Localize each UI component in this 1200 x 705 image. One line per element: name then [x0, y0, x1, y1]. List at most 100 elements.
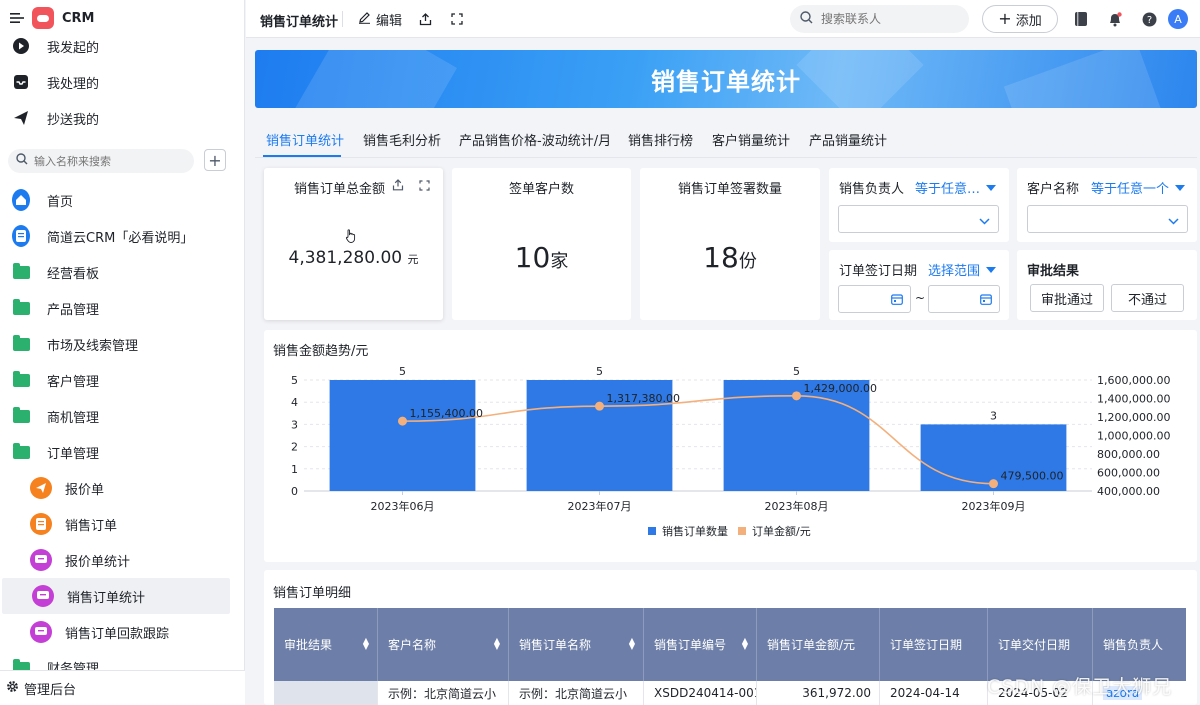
folder-open-icon	[12, 442, 30, 461]
tab-sales-ranking[interactable]: 销售排行榜	[628, 130, 693, 149]
topbar-divider	[342, 11, 343, 27]
sidebar-item-label: 报价单	[65, 482, 105, 498]
gear-icon	[6, 680, 19, 697]
sidebar-item-finance[interactable]: 财务管理	[0, 650, 245, 670]
sidebar-search[interactable]	[8, 149, 194, 173]
contact-search-input[interactable]	[821, 12, 961, 26]
column-header[interactable]: 订单交付日期	[988, 608, 1093, 681]
filter-label: 审批结果	[1027, 264, 1080, 279]
app-name: CRM	[62, 10, 95, 26]
sidebar-item-products[interactable]: 产品管理	[0, 290, 245, 326]
sidebar-item-guide[interactable]: 简道云CRM「必看说明」	[0, 218, 245, 254]
bar-data-label: 5	[596, 365, 603, 378]
tab-gross-margin[interactable]: 销售毛利分析	[363, 130, 441, 149]
bell-icon[interactable]	[1106, 10, 1124, 28]
sidebar-search-input[interactable]	[34, 154, 184, 168]
folder-icon	[12, 298, 30, 317]
share-icon[interactable]	[392, 179, 404, 195]
sidebar-item-payment-tracking[interactable]: 销售订单回款跟踪	[0, 614, 245, 650]
fullscreen-icon[interactable]	[448, 10, 466, 28]
sort-icon[interactable]: ▲ ▼	[494, 637, 500, 651]
end-date-input[interactable]	[928, 285, 1000, 313]
filter-operator-dropdown[interactable]: 等于任意一个	[1091, 178, 1186, 197]
kpi-title: 销售订单签署数量	[677, 182, 782, 197]
topbar: 销售订单统计 编辑 + 添加 ? A	[246, 0, 1200, 38]
caret-down-icon	[986, 266, 997, 273]
sort-icon[interactable]: ▲ ▼	[363, 637, 369, 651]
sidebar-item-quote-stats[interactable]: 报价单统计	[0, 542, 245, 578]
column-header[interactable]: 审批结果 ▲ ▼	[274, 608, 378, 681]
avatar[interactable]: A	[1168, 9, 1188, 29]
sort-icon[interactable]: ▲ ▼	[629, 637, 635, 651]
column-header[interactable]: 销售订单编号 ▲ ▼	[644, 608, 757, 681]
add-item-button[interactable]: +	[204, 149, 226, 171]
legend-swatch-bar	[648, 527, 656, 535]
kpi-unit: 元	[407, 253, 419, 266]
filter-label: 订单签订日期	[839, 264, 918, 279]
bar-data-label: 3	[990, 409, 997, 422]
help-icon[interactable]: ?	[1140, 10, 1158, 28]
chevron-down-icon	[1168, 214, 1179, 229]
share-icon[interactable]	[416, 10, 434, 28]
column-header[interactable]: 销售负责人	[1093, 608, 1186, 681]
sidebar-item-label: 销售订单	[65, 518, 118, 534]
sidebar-item-opportunities[interactable]: 商机管理	[0, 398, 245, 434]
app-root: CRM 我发起的 我处理的 抄送我的 + 首页 简道云CRM「必看说明」	[0, 0, 1200, 705]
filter-operator-dropdown[interactable]: 等于任意…	[915, 178, 997, 197]
tab-sales-order-stats[interactable]: 销售订单统计	[266, 130, 344, 149]
sidebar: CRM 我发起的 我处理的 抄送我的 + 首页 简道云CRM「必看说明」	[0, 0, 245, 705]
add-button[interactable]: + 添加	[982, 5, 1058, 33]
sidebar-item-customers[interactable]: 客户管理	[0, 362, 245, 398]
legend-swatch-line	[738, 527, 746, 535]
column-header[interactable]: 销售订单名称 ▲ ▼	[509, 608, 644, 681]
kpi-unit: 份	[738, 251, 757, 272]
kpi-value: 18份	[640, 241, 820, 274]
menu-icon[interactable]	[10, 11, 24, 25]
sidebar-item-initiated[interactable]: 我发起的	[0, 28, 245, 64]
tab-price-fluctuation[interactable]: 产品销售价格-波动统计/月	[459, 130, 611, 149]
notebook-icon[interactable]	[1072, 10, 1090, 28]
sidebar-item-handled[interactable]: 我处理的	[0, 64, 245, 100]
table-cell: XSDD240414-001	[644, 681, 757, 705]
line-data-label: 1,429,000.00	[804, 382, 877, 395]
sidebar-item-sales-order-stats[interactable]: 销售订单统计	[2, 578, 230, 614]
column-header[interactable]: 订单签订日期	[880, 608, 988, 681]
line-data-label: 479,500.00	[1001, 470, 1064, 483]
fullscreen-icon[interactable]	[419, 180, 430, 195]
dashboard-icon	[32, 585, 54, 607]
line-data-label: 1,317,380.00	[607, 392, 680, 405]
kpi-number: 18	[703, 241, 739, 274]
sidebar-item-orders[interactable]: 订单管理	[0, 434, 245, 470]
sort-icon[interactable]: ▲ ▼	[742, 637, 748, 651]
column-header[interactable]: 客户名称 ▲ ▼	[378, 608, 509, 681]
x-tick-label: 2023年07月	[568, 499, 632, 513]
sidebar-item-home[interactable]: 首页	[0, 182, 245, 218]
kpi-card-customer-count: 签单客户数 10家	[452, 168, 631, 320]
sidebar-item-dashboard[interactable]: 经营看板	[0, 254, 245, 290]
customer-name-select[interactable]	[1027, 205, 1188, 233]
filter-customer-name: 客户名称 等于任意一个	[1017, 168, 1197, 242]
home-icon	[12, 189, 30, 211]
tab-customer-volume[interactable]: 客户销量统计	[712, 130, 790, 149]
tab-product-volume[interactable]: 产品销量统计	[809, 130, 887, 149]
sidebar-item-marketing[interactable]: 市场及线索管理	[0, 326, 245, 362]
y-right-tick-label: 1,200,000.00	[1097, 411, 1170, 424]
filter-operator: 选择范围	[928, 264, 981, 279]
sidebar-item-label: 客户管理	[47, 374, 100, 390]
dashboard-icon	[30, 621, 52, 643]
approved-button[interactable]: 审批通过	[1030, 284, 1104, 312]
admin-console-link[interactable]: 管理后台	[0, 670, 245, 705]
column-header[interactable]: 销售订单金额/元	[757, 608, 880, 681]
rejected-button[interactable]: 不通过	[1111, 284, 1184, 312]
sidebar-item-quote[interactable]: 报价单	[0, 470, 245, 506]
send-icon	[12, 109, 30, 127]
contact-search[interactable]	[790, 5, 969, 33]
start-date-input[interactable]	[838, 285, 911, 313]
sidebar-item-sales-order[interactable]: 销售订单	[0, 506, 245, 542]
sales-owner-select[interactable]	[838, 205, 999, 233]
sidebar-item-label: 财务管理	[47, 662, 100, 670]
line-data-label: 1,155,400.00	[410, 407, 483, 420]
sidebar-item-cc[interactable]: 抄送我的	[0, 100, 245, 136]
edit-button[interactable]: 编辑	[358, 10, 402, 29]
filter-operator-dropdown[interactable]: 选择范围	[928, 260, 997, 279]
